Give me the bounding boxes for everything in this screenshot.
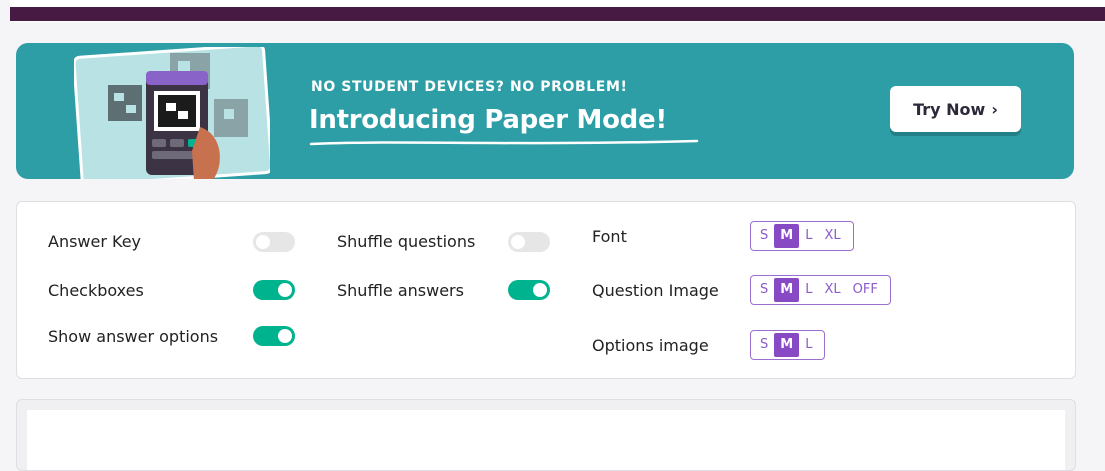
toggle-knob [278,283,292,297]
title-underline [309,139,699,146]
try-now-label: Try Now [913,99,986,119]
question-image-s[interactable]: S [754,278,774,302]
worksheet-preview-page [27,410,1065,470]
top-bar [10,0,1105,22]
options-image-l[interactable]: L [799,333,818,357]
checkboxes-toggle[interactable] [253,280,295,300]
font-size-selector: S M L XL [750,221,854,251]
paper-mode-banner: NO STUDENT DEVICES? NO PROBLEM! Introduc… [16,43,1074,179]
options-image-label: Options image [592,336,709,355]
print-settings-panel: Answer Key Checkboxes Show answer option… [16,201,1076,379]
font-size-m[interactable]: M [774,224,800,248]
toggle-knob [256,235,270,249]
worksheet-preview-panel [16,399,1076,471]
question-image-label: Question Image [592,281,719,300]
toggle-knob [511,235,525,249]
answer-key-label: Answer Key [48,232,142,251]
answer-key-toggle[interactable] [253,232,295,252]
shuffle-answers-label: Shuffle answers [337,281,464,300]
font-label: Font [592,227,627,246]
question-image-off[interactable]: OFF [847,278,884,302]
checkboxes-label: Checkboxes [48,281,144,300]
font-size-s[interactable]: S [754,224,774,248]
options-image-m[interactable]: M [774,333,800,357]
font-size-l[interactable]: L [799,224,818,248]
show-answer-options-toggle[interactable] [253,326,295,346]
banner-title: Introducing Paper Mode! [309,105,667,135]
question-image-m[interactable]: M [774,278,800,302]
try-now-button[interactable]: Try Now › [890,86,1021,132]
options-image-s[interactable]: S [754,333,774,357]
show-answer-options-label: Show answer options [48,327,219,346]
options-image-size-selector: S M L [750,330,826,360]
question-image-size-selector: S M L XL OFF [750,275,891,305]
shuffle-answers-toggle[interactable] [508,280,550,300]
toggle-knob [533,283,547,297]
question-image-xl[interactable]: XL [818,278,846,302]
banner-kicker: NO STUDENT DEVICES? NO PROBLEM! [311,79,628,95]
shuffle-questions-label: Shuffle questions [337,232,476,251]
shuffle-questions-toggle[interactable] [508,232,550,252]
chevron-right-icon: › [991,99,998,119]
question-image-l[interactable]: L [799,278,818,302]
top-bar-strip [10,7,1105,21]
font-size-xl[interactable]: XL [818,224,846,248]
toggle-knob [278,329,292,343]
paper-mode-illustration [74,47,270,179]
